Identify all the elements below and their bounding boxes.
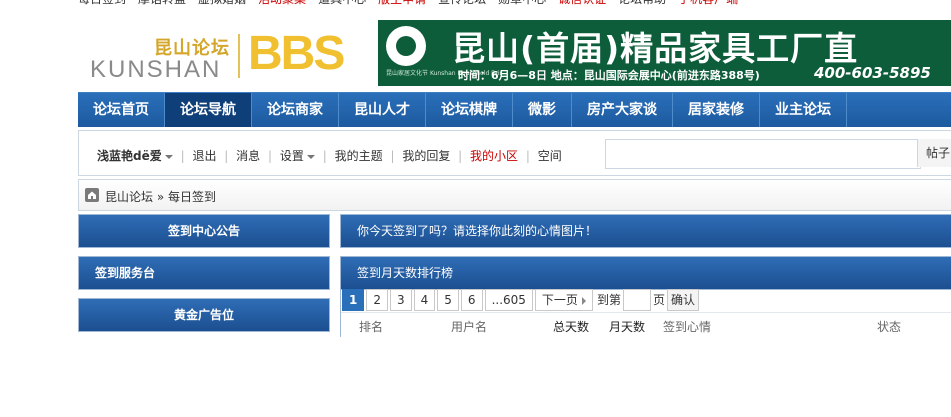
top-link[interactable]: 勋章中心 — [498, 0, 546, 6]
page-link[interactable]: 6 — [460, 289, 483, 311]
goto-confirm-button[interactable]: 确认 — [666, 289, 699, 311]
column-header: 状态 — [877, 320, 902, 334]
messages-link[interactable]: 消息 — [236, 149, 260, 163]
column-header: 总天数 — [553, 320, 590, 334]
logo-divider — [238, 34, 240, 78]
column-header: 签到心情 — [663, 320, 712, 334]
page-link[interactable]: 2 — [366, 289, 388, 311]
username-link[interactable]: 浅蓝艳dё爱 — [97, 149, 173, 163]
logo-english-name: KUNSHAN — [90, 56, 222, 83]
top-link[interactable]: 版主申请 — [378, 0, 426, 6]
logout-link[interactable]: 退出 — [192, 149, 216, 163]
my-topics-link[interactable]: 我的主题 — [335, 149, 383, 163]
nav-item[interactable]: 昆山人才 — [339, 93, 426, 127]
next-page-button[interactable]: 下一页 — [534, 289, 593, 311]
top-link[interactable]: 虚拟婚姻 — [198, 0, 246, 6]
page-suffix-label: 页 — [652, 293, 665, 307]
page-link[interactable]: 3 — [390, 289, 412, 311]
logo-bbs: BBS — [248, 27, 345, 80]
goto-page-input[interactable] — [622, 289, 651, 311]
top-links-bar: 每日签到 摩话转盘 虚拟婚姻 活动聚集 道具中心 版主申请 宣传论坛 勋章中心 诚信认证 论坛帮助… — [78, 0, 750, 6]
notice-button[interactable]: 签到中心公告 — [78, 214, 330, 248]
nav-item[interactable]: 论坛导航 — [165, 93, 252, 127]
page-link[interactable]: 5 — [437, 289, 459, 311]
chevron-down-icon — [306, 154, 315, 159]
main-nav: 论坛首页 论坛导航 论坛商家 昆山人才 论坛棋牌 微影 房产大家谈 居家装修 业主论坛 — [78, 92, 951, 127]
top-link[interactable]: 活动聚集 — [258, 0, 306, 6]
nav-item[interactable]: 论坛首页 — [78, 93, 165, 127]
nav-item[interactable]: 业主论坛 — [760, 93, 847, 127]
nav-item[interactable]: 论坛棋牌 — [426, 93, 513, 127]
breadcrumb-home-link[interactable]: 昆山论坛 — [105, 190, 153, 204]
page-link[interactable]: ...605 — [484, 289, 533, 311]
my-community-link[interactable]: 我的小区 — [470, 149, 518, 163]
ad-banner[interactable]: 昆山家居文化节 Kunshan Household Fair 昆山(首届)精品家… — [378, 20, 951, 86]
top-link[interactable]: 道具中心 — [318, 0, 366, 6]
page-link[interactable]: 4 — [413, 289, 436, 311]
chevron-down-icon — [164, 154, 173, 159]
home-icon[interactable] — [85, 188, 99, 202]
gold-ad-slot[interactable]: 黄金广告位 — [78, 298, 330, 332]
my-replies-link[interactable]: 我的回复 — [402, 149, 450, 163]
search-input[interactable] — [605, 139, 921, 169]
top-link[interactable]: 摩话转盘 — [138, 0, 186, 6]
nav-item[interactable]: 微影 — [513, 93, 572, 127]
nav-item[interactable]: 房产大家谈 — [572, 93, 673, 127]
column-header: 排名 — [359, 320, 384, 334]
banner-phone: 400-603-5895 — [814, 64, 931, 82]
space-link[interactable]: 空间 — [538, 149, 562, 163]
settings-link[interactable]: 设置 — [280, 149, 315, 163]
page-link[interactable]: 1 — [342, 289, 365, 311]
banner-title: 昆山(首届)精品家具工厂直 — [452, 29, 859, 68]
breadcrumb-separator: » — [156, 190, 165, 204]
column-header: 用户名 — [451, 320, 488, 334]
banner-info: 时间：6月6—8日 地点：昆山国际会展中心(前进东路388号) — [458, 69, 760, 82]
breadcrumb: 昆山论坛 » 每日签到 — [78, 179, 951, 211]
nav-item[interactable]: 居家装修 — [673, 93, 760, 127]
chevron-right-icon — [581, 296, 586, 305]
top-link[interactable]: 诚信认证 — [558, 0, 606, 6]
top-link[interactable]: 论坛帮助 — [618, 0, 666, 6]
checkin-question: 你今天签到了吗？请选择你此刻的心情图片！ — [357, 224, 598, 238]
top-link[interactable]: 宣传论坛 — [438, 0, 486, 6]
ranking-table-header: 排名 用户名 总天数 月天数 签到心情 状态 — [341, 312, 951, 337]
site-logo[interactable]: 昆山论坛 KUNSHAN BBS — [88, 28, 353, 86]
nav-item[interactable]: 论坛商家 — [252, 93, 339, 127]
pagination: 1 2 3 4 5 6 ...605 下一页 到第 页确认 — [342, 289, 699, 311]
top-link[interactable]: 每日签到 — [78, 0, 126, 6]
fair-emblem-icon — [386, 26, 426, 66]
search-type-select[interactable]: 帖子 — [917, 139, 951, 167]
top-link[interactable]: 手机客户端 — [678, 0, 738, 6]
breadcrumb-current: 每日签到 — [168, 190, 217, 204]
goto-label: 到第 — [596, 293, 621, 307]
user-toolbar: 浅蓝艳dё爱 | 退出 | 消息 | 设置 | 我的主题 | 我的回复 | 我的… — [78, 130, 951, 176]
column-header: 月天数 — [609, 320, 646, 334]
checkin-question-bar: 你今天签到了吗？请选择你此刻的心情图片！ — [340, 214, 951, 248]
service-desk-button[interactable]: 签到服务台 — [78, 256, 330, 290]
